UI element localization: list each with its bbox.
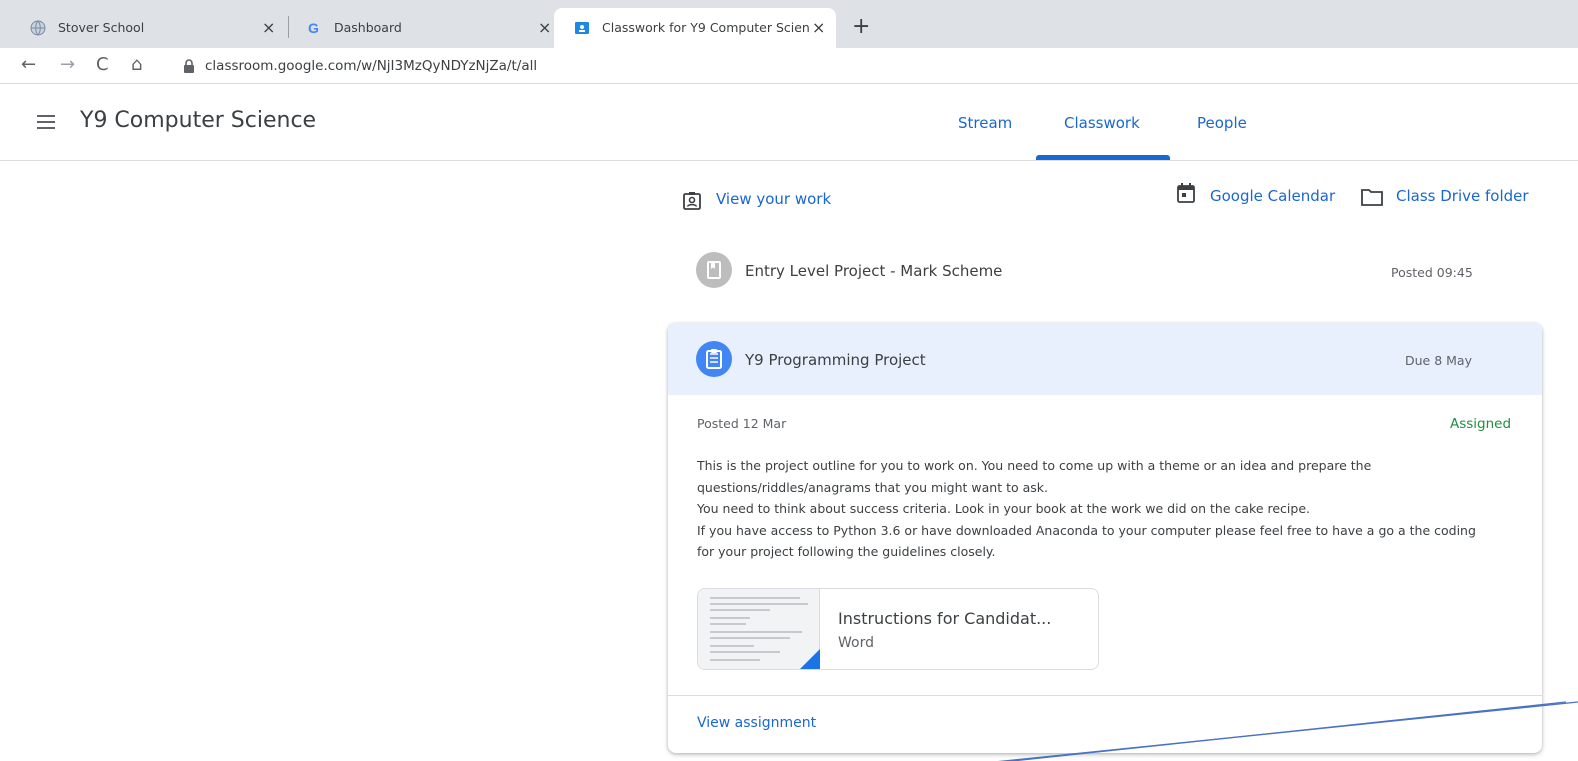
attachment-card[interactable]: Instructions for Candidat... Word <box>697 588 1099 670</box>
assignment-ind-icon <box>683 192 701 210</box>
new-tab-button[interactable]: + <box>852 14 870 39</box>
calendar-icon <box>1177 183 1195 203</box>
tab-title: Classwork for Y9 Computer Scien <box>602 20 810 35</box>
svg-text:G: G <box>308 20 319 36</box>
folder-icon <box>1361 189 1383 206</box>
material-posted: Posted 09:45 <box>1391 265 1473 280</box>
word-corner-icon <box>800 649 820 669</box>
assignment-card: Y9 Programming Project Due 8 May Posted … <box>668 323 1542 753</box>
menu-icon[interactable] <box>37 115 55 129</box>
description-line: questions/riddles/anagrams that you migh… <box>697 479 1049 495</box>
browser-tab-active[interactable]: Classwork for Y9 Computer Scien × <box>554 8 836 48</box>
globe-icon <box>30 20 46 36</box>
google-g-icon: G <box>308 20 319 36</box>
description-line: If you have access to Python 3.6 or have… <box>697 522 1476 538</box>
attachment-title[interactable]: Instructions for Candidat... <box>838 609 1051 628</box>
browser-tab[interactable]: G Dashboard × <box>276 8 558 48</box>
home-icon[interactable]: ⌂ <box>131 54 142 75</box>
browser-tabstrip: Stover School × G Dashboard × Classwork … <box>0 0 1578 48</box>
assignment-posted: Posted 12 Mar <box>697 416 787 431</box>
url-field[interactable]: classroom.google.com/w/NjI3MzQyNDYzNjZa/… <box>205 58 537 74</box>
description-line: This is the project outline for you to w… <box>697 458 1372 473</box>
assignment-title[interactable]: Y9 Programming Project <box>745 351 926 369</box>
status-badge: Assigned <box>1450 416 1512 432</box>
class-title[interactable]: Y9 Computer Science <box>80 108 316 133</box>
view-assignment-link[interactable]: View assignment <box>697 715 816 731</box>
forward-icon[interactable]: → <box>60 54 75 75</box>
back-icon[interactable]: ← <box>21 54 36 75</box>
reload-icon[interactable]: C <box>96 54 109 75</box>
assignment-due: Due 8 May <box>1405 353 1472 368</box>
close-icon[interactable]: × <box>812 18 825 37</box>
lock-icon <box>184 59 194 73</box>
tab-stream[interactable]: Stream <box>958 114 1012 132</box>
document-thumbnail <box>698 589 820 669</box>
assignment-icon <box>696 341 732 377</box>
active-tab-indicator <box>1036 155 1170 160</box>
address-bar: ← → C ⌂ classroom.google.com/w/NjI3MzQyN… <box>0 48 1578 84</box>
google-calendar-link[interactable]: Google Calendar <box>1210 187 1335 205</box>
tab-title: Dashboard <box>334 20 402 35</box>
card-divider <box>668 695 1542 696</box>
material-icon <box>696 252 732 288</box>
tab-classwork[interactable]: Classwork <box>1064 114 1140 132</box>
browser-tab[interactable]: Stover School × <box>0 8 282 48</box>
classroom-icon <box>575 22 589 34</box>
assignment-header[interactable]: Y9 Programming Project Due 8 May <box>668 323 1542 395</box>
classroom-header: Y9 Computer Science Stream Classwork Peo… <box>0 85 1578 161</box>
class-drive-folder-link[interactable]: Class Drive folder <box>1396 187 1529 205</box>
tab-people[interactable]: People <box>1197 114 1247 132</box>
attachment-type: Word <box>838 635 874 651</box>
description-line: You need to think about success criteria… <box>697 501 1310 516</box>
assignment-description: This is the project outline for you to w… <box>697 455 1527 563</box>
close-icon[interactable]: × <box>538 18 551 37</box>
description-line: for your project following the guideline… <box>697 544 996 559</box>
tab-title: Stover School <box>58 20 145 35</box>
material-item[interactable]: Entry Level Project - Mark Scheme Posted… <box>668 238 1542 300</box>
close-icon[interactable]: × <box>262 18 275 37</box>
material-title[interactable]: Entry Level Project - Mark Scheme <box>745 262 1002 280</box>
view-your-work-link[interactable]: View your work <box>716 190 831 208</box>
